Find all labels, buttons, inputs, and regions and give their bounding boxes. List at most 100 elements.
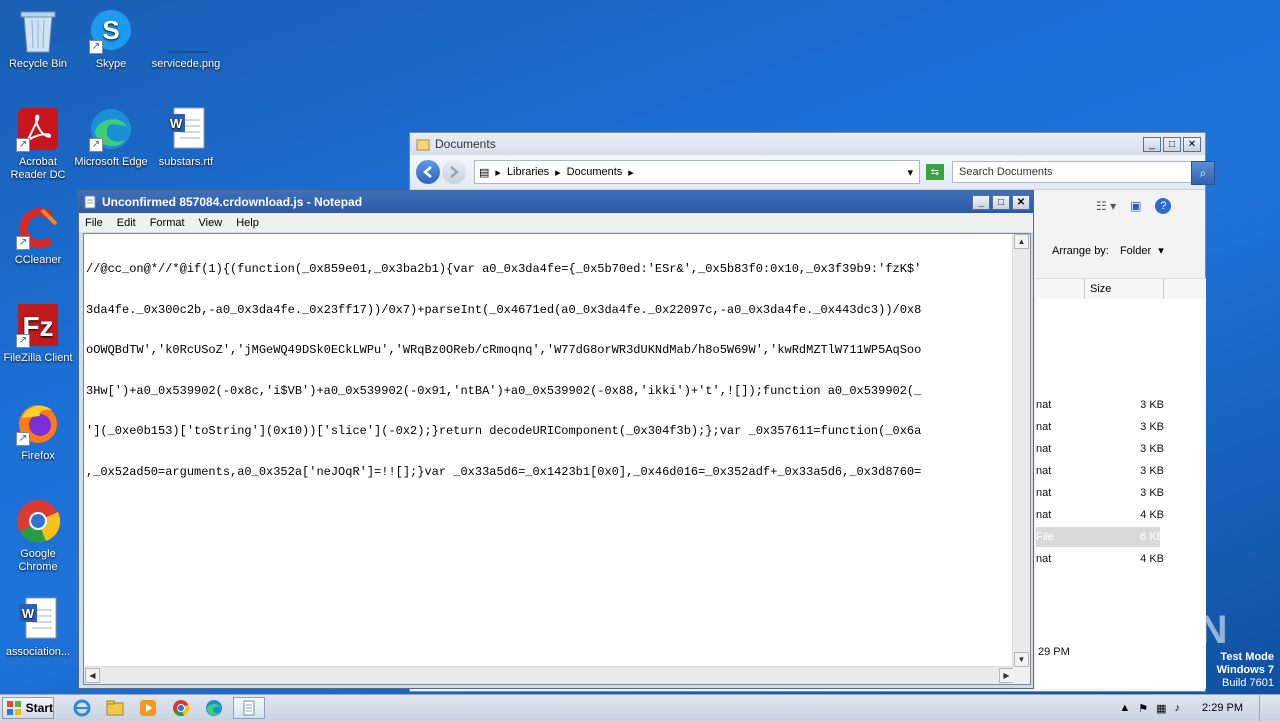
desktop-icon-filezilla[interactable]: Fz ↗ FileZilla Client <box>0 302 76 365</box>
preview-pane-icon[interactable]: ▣ <box>1130 199 1141 213</box>
desktop-icon-recycle-bin[interactable]: Recycle Bin <box>0 8 76 71</box>
refresh-button[interactable]: ⇆ <box>926 164 944 180</box>
desktop-icon-substars[interactable]: W substars.rtf <box>148 106 224 169</box>
row-type[interactable]: File <box>1036 531 1054 543</box>
row-type[interactable]: nat <box>1036 509 1051 521</box>
horizontal-scrollbar[interactable]: ◀ ▶ <box>84 666 1015 684</box>
desktop-icon-association[interactable]: W association... <box>0 596 76 659</box>
code-line: //@cc_on@*//*@if(1){(function(_0x859e01,… <box>86 262 922 276</box>
desktop-icon-label: FileZilla Client <box>3 352 73 364</box>
volume-icon[interactable]: ♪ <box>1175 702 1181 714</box>
notepad-titlebar[interactable]: Unconfirmed 857084.crdownload.js - Notep… <box>79 191 1033 213</box>
search-icon[interactable]: ⌕ <box>1191 161 1215 185</box>
menu-format[interactable]: Format <box>150 217 185 229</box>
row-type[interactable]: nat <box>1036 443 1051 455</box>
close-button[interactable]: ✕ <box>1012 194 1030 210</box>
start-button[interactable]: Start <box>2 697 54 719</box>
show-hidden-icons-icon[interactable]: ▲ <box>1119 702 1130 714</box>
arrange-by[interactable]: Arrange by: Folder ▾ <box>1052 244 1164 257</box>
text-editor[interactable]: //@cc_on@*//*@if(1){(function(_0x859e01,… <box>83 233 1031 685</box>
resize-grip[interactable] <box>1013 667 1030 684</box>
menu-edit[interactable]: Edit <box>117 217 136 229</box>
start-label: Start <box>25 701 53 715</box>
scroll-left-button[interactable]: ◀ <box>85 668 100 683</box>
back-button[interactable] <box>416 160 440 184</box>
desktop-icon-label: Microsoft Edge <box>74 156 148 168</box>
minimize-button[interactable]: _ <box>1143 136 1161 152</box>
code-line: oOWQBdTW','k0RcUSoZ','jMGeWQ49DSk0ECkLWP… <box>86 343 922 357</box>
test-mode-watermark: Test Mode Windows 7 Build 7601 <box>1217 651 1274 690</box>
breadcrumb-separator: ▸ <box>495 166 501 179</box>
desktop-icon-servicede[interactable]: servicede.png <box>148 8 224 71</box>
desktop-icon-ccleaner[interactable]: ↗ CCleaner <box>0 204 76 267</box>
desktop-icon-acrobat[interactable]: ↗ Acrobat Reader DC <box>0 106 76 182</box>
ie-icon[interactable] <box>68 697 96 719</box>
desktop-icon-label: CCleaner <box>14 254 62 266</box>
row-type[interactable]: nat <box>1036 553 1051 565</box>
watermark-line: Build 7601 <box>1222 677 1274 689</box>
row-size: 3 KB <box>1140 465 1164 477</box>
search-input[interactable]: Search Documents ⌕ <box>952 161 1215 185</box>
notepad-window: Unconfirmed 857084.crdownload.js - Notep… <box>78 190 1034 689</box>
image-file-icon <box>164 8 224 54</box>
desktop-icon-chrome[interactable]: Google Chrome <box>0 498 76 574</box>
scroll-up-button[interactable]: ▲ <box>1014 234 1029 249</box>
arrow-left-icon <box>423 166 432 178</box>
forward-button[interactable] <box>442 160 466 184</box>
code-line: 3Hw[')+a0_0x539902(-0x8c,'i$VB')+a0_0x53… <box>86 383 922 398</box>
menu-file[interactable]: File <box>85 217 103 229</box>
action-center-icon[interactable]: ⚑ <box>1138 702 1148 715</box>
breadcrumb-documents[interactable]: Documents <box>567 166 623 178</box>
column-size[interactable]: Size <box>1090 283 1111 295</box>
network-icon[interactable]: ▦ <box>1156 702 1166 715</box>
maximize-button[interactable]: □ <box>1163 136 1181 152</box>
row-type[interactable]: nat <box>1036 465 1051 477</box>
scroll-right-button[interactable]: ▶ <box>999 668 1014 683</box>
breadcrumb-libraries[interactable]: Libraries <box>507 166 549 178</box>
media-player-icon[interactable] <box>134 697 162 719</box>
scroll-down-button[interactable]: ▼ <box>1014 652 1029 667</box>
desktop-icon-skype[interactable]: S ↗ Skype <box>73 8 149 71</box>
notepad-icon[interactable] <box>233 697 265 719</box>
chevron-down-icon[interactable]: ▾ <box>907 166 919 179</box>
skype-icon: S ↗ <box>89 8 133 54</box>
row-size: 3 KB <box>1140 487 1164 499</box>
notepad-icon <box>84 195 96 209</box>
desktop-icon-label: Google <box>20 548 56 560</box>
menu-view[interactable]: View <box>199 217 223 229</box>
desktop-icon-label: association... <box>5 646 71 658</box>
firefox-icon: ↗ <box>16 400 60 446</box>
shortcut-arrow-icon: ↗ <box>16 432 30 446</box>
svg-text:W: W <box>22 606 35 621</box>
row-type[interactable]: nat <box>1036 421 1051 433</box>
search-placeholder: Search Documents <box>959 166 1053 178</box>
row-size: 6 KB <box>1140 531 1164 543</box>
shortcut-arrow-icon: ↗ <box>16 236 30 250</box>
desktop-icon-label: Skype <box>95 58 127 70</box>
desktop-icon-label: Acrobat <box>19 156 57 168</box>
desktop-icon-edge[interactable]: ↗ Microsoft Edge <box>73 106 149 169</box>
desktop-icon-firefox[interactable]: ↗ Firefox <box>0 400 76 463</box>
vertical-scrollbar[interactable]: ▲ ▼ <box>1012 234 1030 667</box>
clock[interactable]: 2:29 PM <box>1202 702 1243 714</box>
svg-text:S: S <box>102 15 119 45</box>
minimize-button[interactable]: _ <box>972 194 990 210</box>
menu-help[interactable]: Help <box>236 217 259 229</box>
explorer-titlebar[interactable]: Documents _ □ ✕ <box>410 133 1205 155</box>
row-type[interactable]: nat <box>1036 487 1051 499</box>
help-icon[interactable]: ? <box>1155 198 1172 214</box>
breadcrumb[interactable]: ▤ ▸ Libraries ▸ Documents ▸ ▾ <box>474 160 920 184</box>
desktop-icon-label: Reader DC <box>10 169 66 181</box>
show-desktop-button[interactable] <box>1259 695 1270 721</box>
row-type[interactable]: nat <box>1036 399 1051 411</box>
code-line: 3da4fe._0x300c2b,-a0_0x3da4fe._0x23ff17)… <box>86 302 922 317</box>
code-line: ,_0x52ad50=arguments,a0_0x352a['neJOqR']… <box>86 464 922 479</box>
maximize-button[interactable]: □ <box>992 194 1010 210</box>
chrome-icon[interactable] <box>167 697 195 719</box>
view-options-icon[interactable]: ☷ ▾ <box>1096 199 1116 213</box>
edge-icon[interactable] <box>200 697 228 719</box>
libraries-icon: ▤ <box>479 166 490 179</box>
desktop-icon-label: Chrome <box>18 561 58 573</box>
explorer-icon[interactable] <box>101 697 129 719</box>
close-button[interactable]: ✕ <box>1183 136 1201 152</box>
